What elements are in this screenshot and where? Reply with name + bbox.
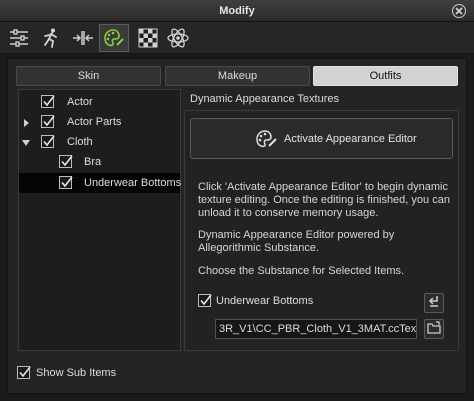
tree-item-label: Actor [67,96,93,108]
tree-item-actor-parts[interactable]: Actor Parts [19,112,180,132]
title-bar: Modify [0,0,474,22]
tree-item-label: Bra [84,156,102,168]
expand-arrow-icon[interactable] [23,118,31,127]
appearance-editor-icon[interactable] [99,24,129,52]
collapse-arrow-icon[interactable] [22,138,30,146]
checkbox-checked-icon[interactable] [59,155,73,168]
tab-bar: Skin Makeup Outfits [16,66,458,86]
activate-button-label: Activate Appearance Editor [284,133,417,145]
tab-outfits[interactable]: Outfits [313,66,458,86]
tree-item-label: Cloth [67,136,93,148]
description-text: Click 'Activate Appearance Editor' to be… [198,181,450,219]
tree-item-actor[interactable]: Actor [19,92,180,112]
choose-substance-text: Choose the Substance for Selected Items. [198,265,405,277]
activate-appearance-editor-button[interactable]: Activate Appearance Editor [190,118,453,159]
window-title: Modify [219,5,255,17]
powered-by-text: Dynamic Appearance Editor powered by All… [198,229,395,254]
tree-item-label: Underwear Bottoms [84,177,182,189]
checkbox-checked-icon[interactable] [41,95,55,108]
show-sub-items-checkbox[interactable] [17,366,31,379]
browse-substance-button[interactable] [424,319,444,339]
apply-substance-button[interactable] [424,293,444,313]
checkbox-checked-icon[interactable] [59,176,73,189]
close-icon[interactable] [452,4,466,18]
atom-icon[interactable] [163,24,193,52]
underwear-bottoms-checkbox[interactable] [198,294,212,307]
tree-item-underwear-bottoms[interactable]: Underwear Bottoms [19,173,182,193]
tree-item-cloth[interactable]: Cloth [19,132,180,152]
tab-skin[interactable]: Skin [16,66,161,86]
checker-texture-icon[interactable] [133,24,163,52]
apply-substance-icon [427,295,441,312]
folder-icon [426,320,442,338]
show-sub-items-label: Show Sub Items [36,367,117,379]
palette-icon [254,129,280,152]
toolbar [0,22,474,54]
tree-item-label: Actor Parts [67,116,122,128]
section-header: Dynamic Appearance Textures [190,93,339,105]
outfit-tree: Actor Actor Parts Cloth Bra Underwear Bo… [18,89,181,351]
checkbox-checked-icon[interactable] [41,135,55,148]
selected-item-label: Underwear Bottoms [216,295,314,307]
substance-path-field[interactable]: 3R_V1\CC_PBR_Cloth_V1_3MAT.ccTexture [215,319,417,339]
swap-arrows-icon[interactable] [68,24,98,52]
tree-item-bra[interactable]: Bra [19,152,180,172]
motion-figure-icon[interactable] [36,24,66,52]
checkbox-checked-icon[interactable] [41,115,55,128]
tab-makeup[interactable]: Makeup [165,66,310,86]
sliders-icon[interactable] [4,24,34,52]
